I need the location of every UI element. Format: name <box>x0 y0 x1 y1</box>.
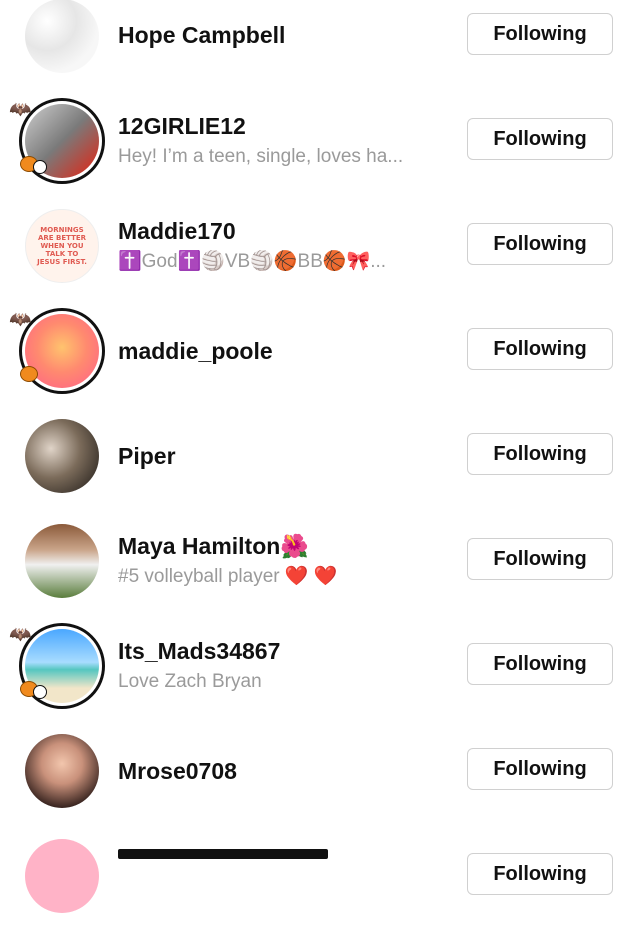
pumpkin-icon <box>20 366 38 382</box>
username[interactable]: Maya Hamilton🌺 <box>118 532 448 560</box>
user-row[interactable]: Hope Campbell Following <box>0 0 640 90</box>
following-button[interactable]: Following <box>467 433 613 475</box>
following-button[interactable]: Following <box>467 748 613 790</box>
bat-icon: 🦇 <box>9 99 32 119</box>
following-button[interactable]: Following <box>467 643 613 685</box>
following-button[interactable]: Following <box>467 538 613 580</box>
username[interactable]: maddie_poole <box>118 337 448 365</box>
username[interactable]: Mrose0708 <box>118 757 448 785</box>
user-row[interactable]: MORNINGS ARE BETTER WHEN YOU TALK TO JES… <box>0 195 640 300</box>
following-button[interactable]: Following <box>467 223 613 265</box>
following-button[interactable]: Following <box>467 118 613 160</box>
user-row[interactable]: Mrose0708 Following <box>0 720 640 825</box>
username[interactable]: Its_Mads34867 <box>118 637 448 665</box>
bio: Love Zach Bryan <box>118 671 262 692</box>
following-button[interactable]: Following <box>467 328 613 370</box>
avatar[interactable] <box>25 419 99 493</box>
bio: Hey! I’m a teen, single, loves ha... <box>118 146 404 167</box>
avatar[interactable] <box>25 524 99 598</box>
skull-icon <box>33 685 47 699</box>
user-row-partial[interactable]: Following <box>0 825 640 930</box>
avatar[interactable] <box>25 734 99 808</box>
bat-icon: 🦇 <box>9 309 32 329</box>
user-row[interactable]: Piper Following <box>0 405 640 510</box>
user-row[interactable]: Maya Hamilton🌺 #5 volleyball player ❤️ ❤… <box>0 510 640 615</box>
avatar[interactable]: MORNINGS ARE BETTER WHEN YOU TALK TO JES… <box>25 209 99 283</box>
bat-icon: 🦇 <box>9 624 32 644</box>
following-button[interactable]: Following <box>467 13 613 55</box>
user-row[interactable]: 🦇 Its_Mads34867 Love Zach Bryan Followin… <box>0 615 640 720</box>
username[interactable]: Piper <box>118 442 448 470</box>
username-partial-bar <box>118 849 328 859</box>
username[interactable]: Hope Campbell <box>118 21 448 49</box>
avatar[interactable] <box>25 0 99 73</box>
username[interactable]: 12GIRLIE12 <box>118 112 448 140</box>
avatar[interactable] <box>25 839 99 913</box>
bio: #5 volleyball player ❤️ ❤️ <box>118 566 338 587</box>
user-row[interactable]: 🦇 12GIRLIE12 Hey! I’m a teen, single, lo… <box>0 90 640 195</box>
username[interactable]: Maddie170 <box>118 217 448 245</box>
bio: ✝️God✝️🏐VB🏐🏀BB🏀🎀... <box>118 251 387 272</box>
following-button-partial[interactable]: Following <box>467 853 613 895</box>
user-row[interactable]: 🦇 maddie_poole Following <box>0 300 640 405</box>
skull-icon <box>33 160 47 174</box>
